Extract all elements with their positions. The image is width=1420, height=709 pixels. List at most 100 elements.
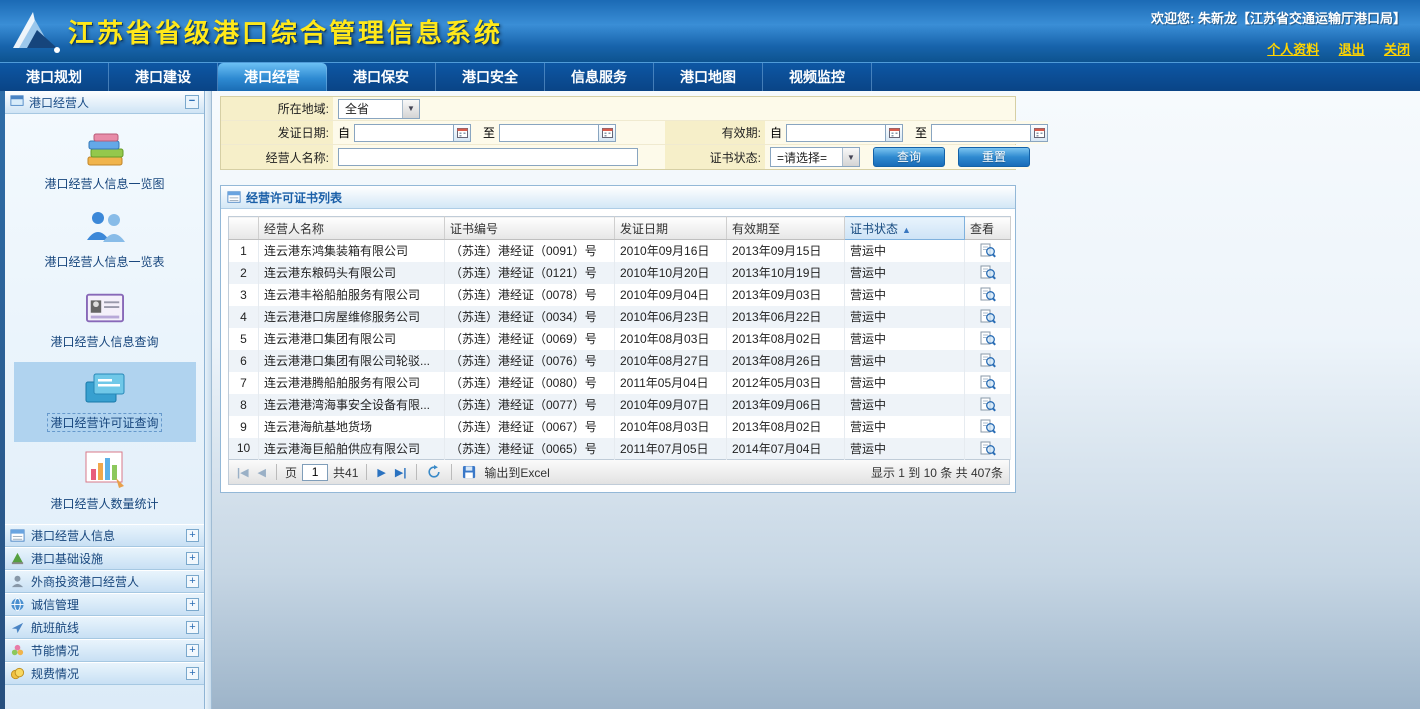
row-number: 2 bbox=[229, 262, 259, 284]
nav-tab[interactable]: 港口安全 bbox=[436, 63, 545, 91]
reset-button[interactable]: 重置 bbox=[958, 147, 1030, 167]
column-issue-date[interactable]: 发证日期 bbox=[615, 217, 727, 240]
cell-issue-date: 2010年10月20日 bbox=[615, 262, 727, 284]
view-detail-icon[interactable] bbox=[980, 353, 996, 368]
sidebar-group-label: 航班航线 bbox=[31, 619, 186, 636]
sidebar-item-operator-overview-table[interactable]: 港口经营人信息一览表 bbox=[14, 202, 196, 282]
next-page-button[interactable]: ▶ bbox=[375, 463, 387, 481]
sidebar-group-port-facilities[interactable]: 港口基础设施 + bbox=[5, 547, 204, 570]
cell-valid-until: 2013年09月03日 bbox=[727, 284, 845, 306]
table-row[interactable]: 7 连云港港腾船舶服务有限公司 （苏连）港经证（0080）号 2011年05月0… bbox=[229, 372, 1011, 394]
view-detail-icon[interactable] bbox=[980, 375, 996, 390]
table-row[interactable]: 8 连云港港湾海事安全设备有限... （苏连）港经证（0077）号 2010年0… bbox=[229, 394, 1011, 416]
view-detail-icon[interactable] bbox=[980, 419, 996, 434]
query-button[interactable]: 查询 bbox=[873, 147, 945, 167]
nav-tab[interactable]: 港口经营 bbox=[218, 63, 327, 91]
issue-date-to-input[interactable] bbox=[499, 124, 599, 142]
validity-from-label: 自 bbox=[770, 124, 782, 141]
page-number-input[interactable] bbox=[302, 464, 328, 481]
region-label: 所在地域: bbox=[221, 97, 333, 120]
collapse-panel-button[interactable]: − bbox=[185, 95, 199, 109]
sidebar-item-license-query[interactable]: 港口经营许可证查询 bbox=[14, 362, 196, 442]
cell-valid-until: 2013年08月02日 bbox=[727, 328, 845, 350]
export-excel-label[interactable]: 输出到Excel bbox=[484, 464, 549, 481]
calendar-picker-icon[interactable] bbox=[599, 124, 616, 142]
column-operator-name[interactable]: 经营人名称 bbox=[259, 217, 445, 240]
expand-group-button[interactable]: + bbox=[186, 598, 199, 611]
expand-group-button[interactable]: + bbox=[186, 552, 199, 565]
sidebar-splitter[interactable] bbox=[205, 91, 212, 709]
cell-issue-date: 2011年05月04日 bbox=[615, 372, 727, 394]
sidebar-group-fees[interactable]: 规费情况 + bbox=[5, 662, 204, 685]
profile-link[interactable]: 个人资料 bbox=[1267, 42, 1319, 57]
validity-to-input[interactable] bbox=[931, 124, 1031, 142]
table-row[interactable]: 9 连云港海航基地货场 （苏连）港经证（0067）号 2010年08月03日 2… bbox=[229, 416, 1011, 438]
cert-status-select[interactable]: =请选择= ▼ bbox=[770, 147, 860, 167]
sidebar-group-flight-routes[interactable]: 航班航线 + bbox=[5, 616, 204, 639]
validity-to-label: 至 bbox=[915, 124, 927, 141]
expand-group-button[interactable]: + bbox=[186, 644, 199, 657]
sidebar-item-operator-statistics[interactable]: 港口经营人数量统计 bbox=[14, 442, 196, 522]
expand-group-button[interactable]: + bbox=[186, 529, 199, 542]
column-valid-until[interactable]: 有效期至 bbox=[727, 217, 845, 240]
issue-date-from-input[interactable] bbox=[354, 124, 454, 142]
calendar-picker-icon[interactable] bbox=[886, 124, 903, 142]
row-number: 7 bbox=[229, 372, 259, 394]
region-select[interactable]: 全省 ▼ bbox=[338, 99, 420, 119]
nav-tab-label: 港口安全 bbox=[462, 69, 518, 85]
view-detail-icon[interactable] bbox=[980, 243, 996, 258]
calendar-picker-icon[interactable] bbox=[454, 124, 471, 142]
expand-group-button[interactable]: + bbox=[186, 621, 199, 634]
cell-operator-name: 连云港海航基地货场 bbox=[259, 416, 445, 438]
nav-tab[interactable]: 港口建设 bbox=[109, 63, 218, 91]
nav-tab[interactable]: 信息服务 bbox=[545, 63, 654, 91]
table-row[interactable]: 1 连云港东鸿集装箱有限公司 （苏连）港经证（0091）号 2010年09月16… bbox=[229, 240, 1011, 262]
expand-group-button[interactable]: + bbox=[186, 667, 199, 680]
cell-valid-until: 2013年06月22日 bbox=[727, 306, 845, 328]
logout-link[interactable]: 退出 bbox=[1339, 42, 1365, 57]
validity-from-input[interactable] bbox=[786, 124, 886, 142]
view-detail-icon[interactable] bbox=[980, 441, 996, 456]
refresh-button[interactable] bbox=[425, 463, 443, 481]
view-detail-icon[interactable] bbox=[980, 287, 996, 302]
cell-operator-name: 连云港港湾海事安全设备有限... bbox=[259, 394, 445, 416]
sidebar-group-operator-info[interactable]: 港口经营人信息 + bbox=[5, 524, 204, 547]
close-link[interactable]: 关闭 bbox=[1384, 42, 1410, 57]
nav-tab[interactable]: 港口规划 bbox=[0, 63, 109, 91]
sidebar-item-operator-info-query[interactable]: 港口经营人信息查询 bbox=[14, 282, 196, 362]
sidebar-group-foreign-operators[interactable]: 外商投资港口经营人 + bbox=[5, 570, 204, 593]
sidebar-group-credit-management[interactable]: 诚信管理 + bbox=[5, 593, 204, 616]
sidebar-panel-header[interactable]: 港口经营人 − bbox=[5, 91, 204, 114]
nav-tab[interactable]: 港口保安 bbox=[327, 63, 436, 91]
table-row[interactable]: 4 连云港港口房屋维修服务公司 （苏连）港经证（0034）号 2010年06月2… bbox=[229, 306, 1011, 328]
last-page-button[interactable]: ▶| bbox=[393, 463, 409, 481]
expand-group-button[interactable]: + bbox=[186, 575, 199, 588]
cell-valid-until: 2014年07月04日 bbox=[727, 438, 845, 460]
nav-tab[interactable]: 视频监控 bbox=[763, 63, 872, 91]
table-row[interactable]: 2 连云港东粮码头有限公司 （苏连）港经证（0121）号 2010年10月20日… bbox=[229, 262, 1011, 284]
cell-issue-date: 2010年09月16日 bbox=[615, 240, 727, 262]
table-row[interactable]: 3 连云港丰裕船舶服务有限公司 （苏连）港经证（0078）号 2010年09月0… bbox=[229, 284, 1011, 306]
validity-label: 有效期: bbox=[665, 121, 765, 144]
column-cert-status-sorted[interactable]: 证书状态▲ bbox=[845, 217, 965, 240]
nav-tab-label: 港口规划 bbox=[26, 69, 82, 85]
view-detail-icon[interactable] bbox=[980, 265, 996, 280]
operator-name-input[interactable] bbox=[338, 148, 638, 166]
cell-cert-number: （苏连）港经证（0080）号 bbox=[445, 372, 615, 394]
export-excel-icon[interactable] bbox=[460, 463, 479, 481]
sidebar-item-operator-overview-map[interactable]: 港口经营人信息一览图 bbox=[14, 122, 196, 202]
table-row[interactable]: 6 连云港港口集团有限公司轮驳... （苏连）港经证（0076）号 2010年0… bbox=[229, 350, 1011, 372]
bar-chart-icon bbox=[82, 449, 128, 489]
info-table-icon bbox=[10, 528, 25, 543]
nav-tab[interactable]: 港口地图 bbox=[654, 63, 763, 91]
view-detail-icon[interactable] bbox=[980, 397, 996, 412]
column-cert-number[interactable]: 证书编号 bbox=[445, 217, 615, 240]
table-row[interactable]: 5 连云港港口集团有限公司 （苏连）港经证（0069）号 2010年08月03日… bbox=[229, 328, 1011, 350]
view-detail-icon[interactable] bbox=[980, 309, 996, 324]
view-detail-icon[interactable] bbox=[980, 331, 996, 346]
table-row[interactable]: 10 连云港海巨船舶供应有限公司 （苏连）港经证（0065）号 2011年07月… bbox=[229, 438, 1011, 460]
prev-page-button[interactable]: ◀ bbox=[256, 463, 268, 481]
calendar-picker-icon[interactable] bbox=[1031, 124, 1048, 142]
sidebar-group-energy-saving[interactable]: 节能情况 + bbox=[5, 639, 204, 662]
first-page-button[interactable]: |◀ bbox=[235, 463, 251, 481]
